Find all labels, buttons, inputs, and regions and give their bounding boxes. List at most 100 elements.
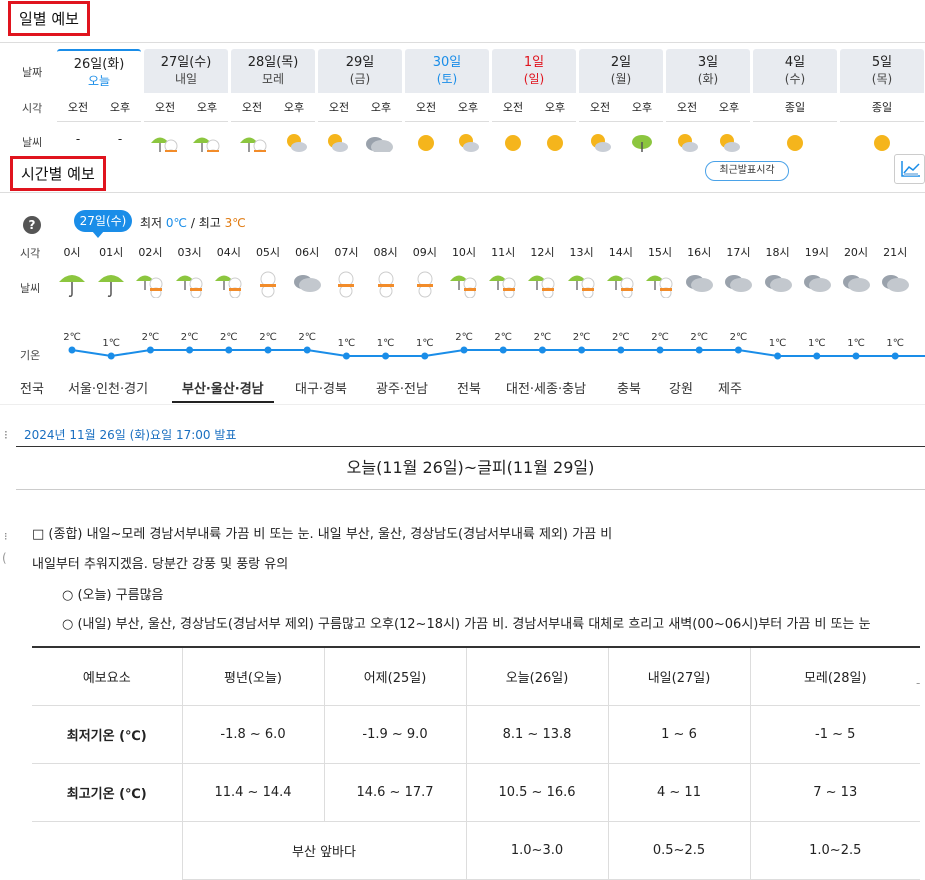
day-sub: (목)	[871, 72, 893, 86]
region-tab[interactable]: 충북	[617, 378, 641, 397]
day-header[interactable]: 28일(목) 모레	[231, 49, 315, 93]
day-header[interactable]: 5일 (목)	[840, 49, 924, 93]
partly-cloudy-icon	[325, 132, 349, 152]
hour-label: 17시	[726, 246, 751, 259]
day-date: 3일	[697, 55, 719, 70]
hour-label: 12시	[530, 246, 555, 259]
partly-cloudy-icon	[456, 132, 480, 152]
day-icons	[666, 132, 750, 152]
day-column[interactable]: 29일 (금) 오전 오후	[318, 49, 402, 152]
partly-cloudy-icon	[284, 132, 308, 152]
day-column[interactable]: 28일(목) 모레오전 오후	[231, 49, 315, 152]
region-tab[interactable]: 대구·경북	[295, 378, 347, 397]
day-column[interactable]: 3일 (화) 오전 오후	[666, 49, 750, 152]
ampm-label: 종일	[784, 101, 806, 114]
region-tab[interactable]: 광주·전남	[376, 378, 428, 397]
hour-label: 01시	[99, 246, 124, 259]
wave-value: 0.5~2.5	[608, 821, 751, 880]
day-column[interactable]: 27일(수) 내일 오전 오후	[144, 49, 228, 152]
temp-label: 2℃	[690, 332, 708, 343]
day-date: 30일	[432, 55, 462, 70]
region-tabs: 전국 서울·인천·경기 부산·울산·경남 대구·경북 광주·전남 전북 대전·세종·충남 충북…	[0, 378, 925, 404]
day-header[interactable]: 1일 (일)	[492, 49, 576, 93]
recent-announcement-button[interactable]: 최근발표시각	[705, 161, 789, 181]
day-date: 2일	[610, 55, 632, 70]
temp-point	[421, 352, 429, 360]
ampm-label: 오전	[154, 101, 176, 114]
day-column[interactable]: 5일 (목) 종일	[840, 49, 924, 152]
region-tab[interactable]: 서울·인천·경기	[68, 378, 148, 397]
day-ampm: 오전 오후	[57, 99, 141, 122]
forecast-line-3: ○ (오늘) 구름많음	[62, 588, 164, 603]
rain-snow-icon	[173, 270, 207, 302]
forecast-line-1: □ (종합) 내일~모레 경남서부내륙 가끔 비 또는 눈. 내일 부산, 울산…	[32, 527, 613, 542]
day-date: 27일(수)	[160, 55, 212, 70]
help-icon[interactable]: ?	[23, 216, 41, 234]
region-tab[interactable]: 부산·울산·경남	[172, 378, 274, 403]
region-tab[interactable]: 전북	[457, 378, 481, 397]
day-column[interactable]: 30일 (토) 오전 오후	[405, 49, 489, 152]
day-header[interactable]: 26일(화) 오늘	[57, 49, 141, 93]
temp-label: 2℃	[63, 332, 81, 343]
table-row-wave: 부산 앞바다 1.0~3.0 0.5~2.5 1.0~2.5	[32, 821, 920, 880]
temp-label: 2℃	[259, 332, 277, 343]
temp-point	[617, 346, 625, 354]
hour-label: 05시	[255, 246, 281, 259]
day-column[interactable]: 2일 (월) 오전 오후	[579, 49, 663, 152]
hour-label: 20시	[843, 246, 869, 259]
temp-label: 2℃	[220, 332, 238, 343]
day-header[interactable]: 4일 (수)	[753, 49, 837, 93]
row-label-time: 시각	[22, 102, 43, 115]
table-header-cell: 어제(25일)	[324, 646, 467, 706]
badge-pointer	[92, 231, 104, 238]
day-icons	[492, 132, 576, 152]
region-tab[interactable]: 제주	[718, 378, 742, 397]
cloudy-icon	[290, 270, 324, 298]
day-date: 28일(목)	[247, 55, 299, 70]
table-cell: 11.4 ~ 14.4	[182, 763, 325, 822]
table-cell: -1 ~ 5	[750, 705, 920, 764]
temp-label: 1℃	[769, 338, 787, 349]
temp-label: 2℃	[142, 332, 160, 343]
region-tab[interactable]: 대전·세종·충남	[506, 378, 586, 397]
hour-label: 07시	[334, 246, 359, 259]
temp-label: 1℃	[102, 338, 120, 349]
hour-label: 09시	[412, 246, 437, 259]
day-header[interactable]: 2일 (월)	[579, 49, 663, 93]
day-column[interactable]: 1일 (일) 오전 오후	[492, 49, 576, 152]
ampm-label: 오후	[109, 101, 131, 114]
temperature-line	[71, 349, 925, 358]
rain-snow-icon	[447, 270, 481, 302]
region-tab[interactable]: 강원	[669, 378, 693, 397]
temp-point	[578, 346, 586, 354]
temp-point	[460, 346, 468, 354]
wave-value: 1.0~2.5	[750, 821, 920, 880]
hour-label: 06시	[295, 246, 320, 259]
day-header[interactable]: 3일 (화)	[666, 49, 750, 93]
cloudy-icon	[878, 270, 912, 298]
day-header[interactable]: 29일 (금)	[318, 49, 402, 93]
day-header[interactable]: 27일(수) 내일	[144, 49, 228, 93]
temp-point	[852, 352, 860, 360]
day-date: 29일	[345, 55, 375, 70]
temp-label: 1℃	[338, 338, 356, 349]
table-header-cell: 모레(28일)	[750, 646, 920, 706]
cloudy-icon	[761, 270, 795, 298]
day-ampm: 오전 오후	[666, 99, 750, 122]
day-ampm: 오전 오후	[405, 99, 489, 122]
table-cell: 최저기온 (℃)	[32, 705, 183, 764]
day-header[interactable]: 30일 (토)	[405, 49, 489, 93]
rain-snow-icon	[212, 270, 246, 302]
day-column[interactable]: 4일 (수) 종일	[753, 49, 837, 152]
chart-view-button[interactable]	[894, 154, 925, 184]
temp-label: 2℃	[181, 332, 199, 343]
day-ampm: 오전 오후	[231, 99, 315, 122]
day-sub: (금)	[349, 72, 371, 86]
region-tab[interactable]: 전국	[20, 378, 44, 397]
table-edge-mark: -	[916, 676, 921, 690]
sunny-icon	[415, 132, 437, 152]
day-column[interactable]: 26일(화) 오늘 오전 오후 - -	[57, 49, 141, 146]
ampm-label: 오전	[589, 101, 611, 114]
table-cell: 7 ~ 13	[750, 763, 920, 822]
wave-label: 부산 앞바다	[182, 821, 467, 880]
